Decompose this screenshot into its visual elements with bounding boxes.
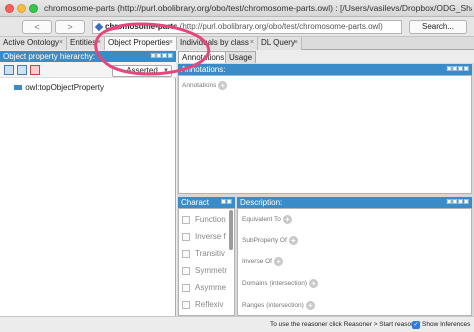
tab-label: DL Query (261, 38, 295, 47)
checkbox[interactable] (182, 266, 190, 275)
panel-title: Description: (240, 198, 283, 207)
annotations-panel: Annotations + (178, 75, 472, 194)
row-label: SubProperty Of (242, 237, 287, 245)
description-panel: Equivalent To + SubProperty Of + Inverse O… (237, 208, 472, 316)
hierarchy-mode-value: Asserted (126, 66, 158, 75)
tab-label: Active Ontology (3, 38, 60, 47)
characteristic-label: Inverse f (195, 232, 226, 241)
tab-usage[interactable]: Usage (225, 51, 257, 63)
object-property-hierarchy-panel: Object property hierarchy: ▣▣▣▣ Asserted… (0, 51, 176, 316)
tree-node-label: owl:topObjectProperty (25, 83, 104, 92)
subproperty-of-row: SubProperty Of + (242, 236, 298, 245)
workspace-tabs: Active Ontology × Entities × Object Prop… (0, 37, 474, 50)
row-label: Equivalent To (242, 216, 281, 224)
panel-controls-icon[interactable]: ▣▣▣▣ (446, 197, 469, 208)
panel-controls-icon[interactable]: ▣▣▣▣ (150, 51, 173, 62)
tab-label: Individuals by class (180, 38, 249, 47)
delete-property-icon[interactable] (30, 65, 40, 75)
ranges-row: Ranges (intersection) + (242, 301, 315, 310)
add-range-icon[interactable]: + (305, 301, 315, 310)
characteristic-asymmetric[interactable]: Asymme (182, 283, 226, 292)
add-inverse-icon[interactable]: + (273, 257, 283, 266)
ontology-iri-field[interactable]: chromosome-parts (http://purl.obolibrary… (92, 20, 402, 34)
panel-title: Annotations: (181, 65, 226, 74)
minimize-window-button[interactable] (17, 4, 26, 13)
close-icon[interactable]: × (59, 37, 63, 49)
show-inferences-label: Show Inferences (422, 321, 471, 328)
characteristics-header: Charact ▣▣ (178, 197, 235, 208)
tree-node-top-object-property[interactable]: owl:topObjectProperty (14, 83, 104, 92)
panel-controls-icon[interactable]: ▣▣ (221, 197, 232, 208)
characteristic-reflexive[interactable]: Reflexiv (182, 300, 223, 309)
tab-dl-query[interactable]: DL Query × (258, 37, 302, 50)
zoom-window-button[interactable] (29, 4, 38, 13)
tab-label: Object Properties (108, 38, 170, 47)
checkbox[interactable] (182, 232, 190, 241)
row-label: Ranges (intersection) (242, 302, 304, 310)
inverse-of-row: Inverse Of + (242, 257, 283, 266)
close-window-button[interactable] (5, 4, 14, 13)
add-sibling-property-icon[interactable] (17, 65, 27, 75)
tab-individuals-by-class[interactable]: Individuals by class × (177, 37, 258, 50)
checkbox[interactable] (182, 283, 190, 292)
show-inferences-checkbox[interactable]: ✓ (412, 321, 420, 329)
close-icon[interactable]: × (97, 37, 101, 49)
tab-object-properties[interactable]: Object Properties × (105, 37, 177, 50)
close-icon[interactable]: × (250, 37, 254, 49)
ontology-icon (94, 22, 104, 32)
panel-title: Object property hierarchy: (3, 52, 96, 61)
hierarchy-mode-select[interactable]: Asserted ▼ (112, 65, 172, 77)
annotations-row: Annotations + (182, 81, 228, 90)
add-sub-property-icon[interactable] (4, 65, 14, 75)
chevron-down-icon: ▼ (163, 68, 169, 74)
description-header: Description: ▣▣▣▣ (237, 197, 472, 208)
ontology-iri: (http://purl.obolibrary.org/obo/test/chr… (177, 22, 383, 31)
tab-active-ontology[interactable]: Active Ontology × (0, 37, 67, 50)
tab-entities[interactable]: Entities × (67, 37, 105, 50)
close-icon[interactable]: × (169, 37, 173, 49)
forward-button[interactable]: > (55, 20, 85, 34)
panel-header: Object property hierarchy: ▣▣▣▣ (0, 51, 176, 62)
characteristic-symmetric[interactable]: Symmetr (182, 266, 227, 275)
add-annotation-icon[interactable]: + (218, 81, 228, 90)
checkbox[interactable] (182, 249, 190, 258)
panel-controls-icon[interactable]: ▣▣▣▣ (446, 64, 469, 75)
characteristic-label: Reflexiv (195, 300, 224, 309)
ontology-name: chromosome-parts (105, 22, 178, 31)
close-icon[interactable]: × (294, 37, 298, 49)
row-label: Inverse Of (242, 258, 272, 266)
characteristics-panel: Function Inverse f Transitiv Symmetr Asy… (178, 208, 235, 316)
reasoner-status-text: To use the reasoner click Reasoner > Sta… (270, 321, 421, 328)
back-button[interactable]: < (22, 20, 52, 34)
characteristic-label: Transitiv (195, 249, 225, 258)
row-label: Domains (intersection) (242, 280, 308, 288)
object-property-icon (14, 85, 22, 91)
window-title: chromosome-parts (http://purl.obolibrary… (44, 3, 472, 13)
add-domain-icon[interactable]: + (309, 279, 319, 288)
window-titlebar: chromosome-parts (http://purl.obolibrary… (0, 0, 474, 17)
characteristic-label: Asymme (195, 283, 227, 292)
annotations-header: Annotations: ▣▣▣▣ (178, 64, 472, 75)
search-button[interactable]: Search... (409, 20, 467, 34)
checkbox[interactable] (182, 300, 190, 309)
add-equivalent-icon[interactable]: + (282, 215, 292, 224)
add-superproperty-icon[interactable]: + (288, 236, 298, 245)
status-bar: To use the reasoner click Reasoner > Sta… (0, 316, 474, 332)
entity-view-tabs: Annotations Usage (178, 51, 274, 63)
characteristic-transitive[interactable]: Transitiv (182, 249, 225, 258)
characteristic-label: Function (195, 215, 226, 224)
equivalent-to-row: Equivalent To + (242, 215, 292, 224)
annotations-row-label: Annotations (182, 82, 217, 90)
tab-annotations[interactable]: Annotations (178, 51, 229, 63)
panel-title: Charact (181, 198, 210, 207)
checkbox[interactable] (182, 215, 190, 224)
domains-row: Domains (intersection) + (242, 279, 319, 288)
characteristic-functional[interactable]: Function (182, 215, 226, 224)
characteristics-scrollbar[interactable] (229, 210, 233, 250)
navigation-toolbar: < > chromosome-parts (http://purl.obolib… (0, 17, 474, 37)
tab-label: Entities (70, 38, 97, 47)
characteristic-label: Symmetr (195, 266, 227, 275)
characteristic-inverse-functional[interactable]: Inverse f (182, 232, 226, 241)
